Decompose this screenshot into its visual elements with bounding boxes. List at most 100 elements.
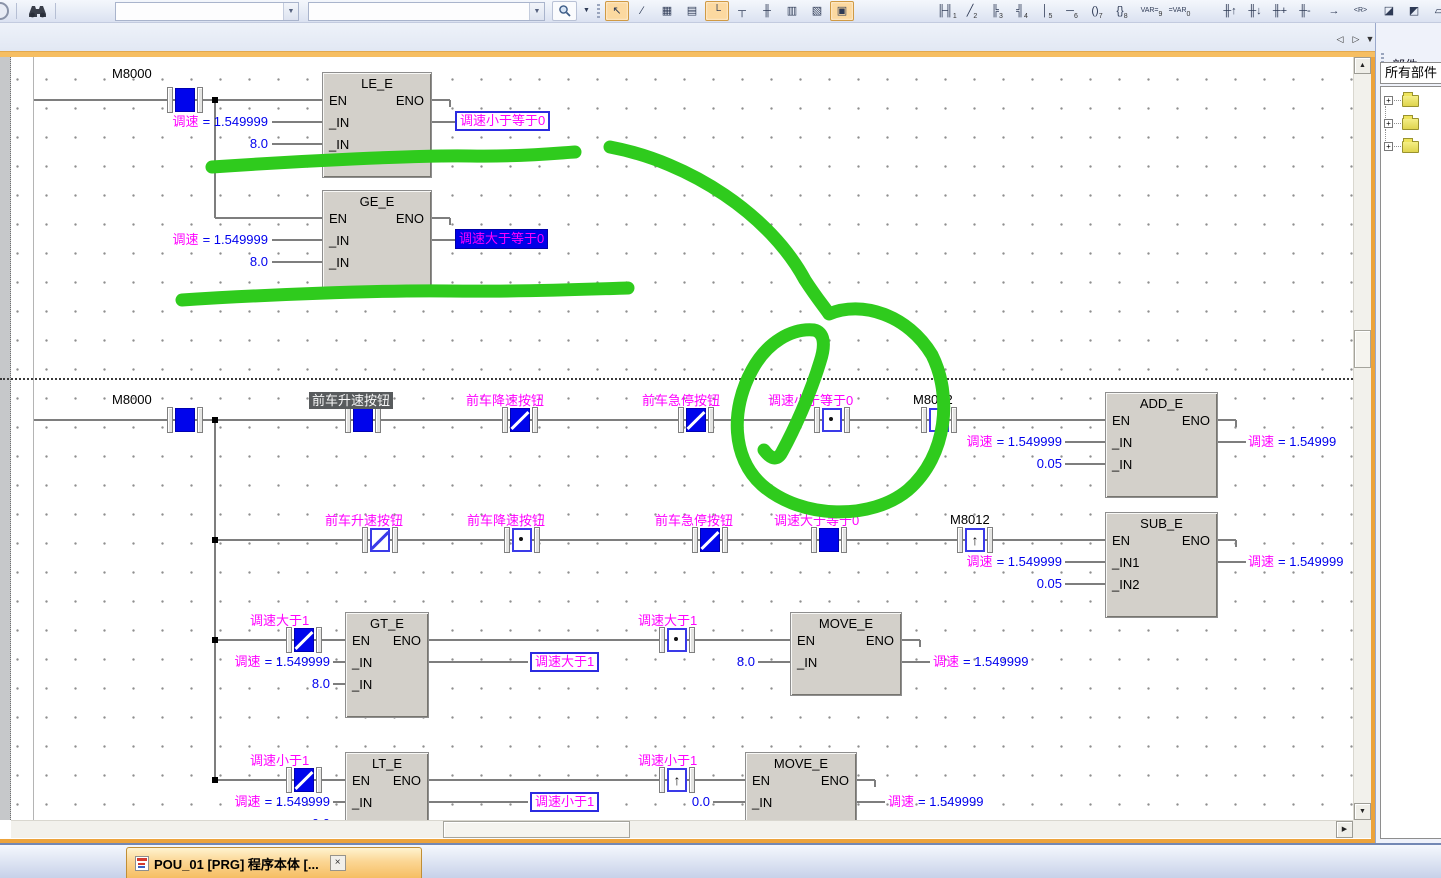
vertical-scroll-thumb[interactable] xyxy=(1354,330,1371,368)
search-button[interactable] xyxy=(552,1,577,21)
falling-rung-tool-icon[interactable]: ╫↓ xyxy=(1243,1,1267,21)
function-block-LT_E[interactable]: LT_EENENO_IN_IN xyxy=(345,752,429,820)
output-label[interactable]: 调速大于1 xyxy=(530,652,599,672)
var-label[interactable]: 调速小于1 xyxy=(250,752,309,769)
horizontal-scrollbar[interactable]: ▶ xyxy=(11,820,1353,838)
help-icon[interactable] xyxy=(0,2,9,20)
contact-M8000[interactable] xyxy=(167,87,203,113)
return-tool-icon[interactable]: <R> xyxy=(1347,1,1374,21)
contact-前车降速按钮[interactable] xyxy=(504,527,540,553)
all-parts-dropdown[interactable]: 所有部件 xyxy=(1380,62,1441,84)
output-label-tool-icon[interactable]: ◩ xyxy=(1402,1,1426,21)
contact-前车降速按钮[interactable] xyxy=(502,407,538,433)
ladder-editor-canvas[interactable]: LE_EENENO_IN_IN GE_EENENO_IN_IN ADD_EENENO… xyxy=(0,57,1353,820)
device-label[interactable]: M8012 xyxy=(950,512,990,528)
output-label[interactable]: 调速小于等于0 xyxy=(455,111,550,131)
contact-调速大于1[interactable] xyxy=(659,627,695,653)
expand-plus-icon[interactable]: + xyxy=(1384,96,1393,105)
scroll-up-button[interactable]: ▲ xyxy=(1354,57,1371,74)
contact-M8012[interactable]: ↑ xyxy=(921,407,957,433)
array-box-tool-icon[interactable]: ▧ xyxy=(805,1,829,21)
select-tool-icon[interactable]: ↖ xyxy=(605,1,629,21)
horizontal-line-tool-icon[interactable]: ─6 xyxy=(1060,1,1084,21)
tab-1[interactable]: POU_01 [PRG] 程序本体 [...× xyxy=(126,847,422,878)
selected-var-label[interactable]: 前车升速按钮 xyxy=(309,392,393,409)
tab-scroll-left-button[interactable]: ◁ xyxy=(1332,31,1348,47)
function-block-LE_E[interactable]: LE_EENENO_IN_IN xyxy=(322,72,432,178)
function-block-ADD_E[interactable]: ADD_EENENO_IN_IN xyxy=(1105,392,1218,498)
var-label[interactable]: 调速大于等于0 xyxy=(774,512,859,529)
chevron-down-icon[interactable]: ▼ xyxy=(529,3,544,20)
contact-前车升速按钮[interactable] xyxy=(362,527,398,553)
var-label[interactable]: 前车急停按钮 xyxy=(655,512,733,529)
toolbar-grip[interactable] xyxy=(597,4,600,18)
function-block-GE_E[interactable]: GE_EENENO_IN_IN xyxy=(322,190,432,296)
contact-调速小于等于0[interactable] xyxy=(814,407,850,433)
toolbar-options-button[interactable]: ▼ xyxy=(580,1,593,21)
contact-block-tool-icon[interactable]: ╫ xyxy=(755,1,779,21)
function-block-MOVE_E[interactable]: MOVE_EENENO_IN xyxy=(790,612,902,696)
extra-tool-icon[interactable]: ▱ xyxy=(1427,1,1441,21)
chevron-down-icon[interactable]: ▼ xyxy=(283,3,298,20)
scope-combo[interactable]: ▼ xyxy=(308,2,545,21)
label-mode-tool-icon[interactable]: ▣ xyxy=(830,1,854,21)
function-block-MOVE_E[interactable]: MOVE_EENENO_IN xyxy=(745,752,857,820)
function-block-SUB_E[interactable]: SUB_EENENO_IN1_IN2 xyxy=(1105,512,1218,618)
insert-rung-tool-icon[interactable]: ╫+ xyxy=(1268,1,1292,21)
contact-调速大于等于0[interactable] xyxy=(811,527,847,553)
var-label[interactable]: 调速小于等于0 xyxy=(768,392,853,409)
block-box-tool-icon[interactable]: ▤ xyxy=(680,1,704,21)
wire-mode-tool-icon[interactable]: └ xyxy=(705,1,729,21)
contact-调速小于1[interactable]: ↑ xyxy=(659,767,695,793)
device-label[interactable]: M8000 xyxy=(112,66,152,82)
fb-box-tool-icon[interactable]: ▥ xyxy=(780,1,804,21)
scroll-right-button[interactable]: ▶ xyxy=(1336,821,1353,838)
search-combo[interactable]: ▼ xyxy=(115,2,299,21)
function-block-GT_E[interactable]: GT_EENENO_IN_IN xyxy=(345,612,429,718)
expand-plus-icon[interactable]: + xyxy=(1384,142,1393,151)
var-label[interactable]: 前车急停按钮 xyxy=(642,392,720,409)
coil-tool-icon[interactable]: ()7 xyxy=(1085,1,1109,21)
contact-前车升速按钮[interactable] xyxy=(345,407,381,433)
instruction-tool-icon[interactable]: {}8 xyxy=(1110,1,1134,21)
contact-M8000[interactable] xyxy=(167,407,203,433)
delete-rung-tool-icon[interactable]: ╫- xyxy=(1293,1,1317,21)
device-label[interactable]: M8000 xyxy=(112,392,152,408)
open-branch-tool-icon[interactable]: ╠3 xyxy=(985,1,1009,21)
var-label[interactable]: 调速小于1 xyxy=(638,752,697,769)
tree-item-1[interactable]: + xyxy=(1384,91,1441,111)
contact-前车急停按钮[interactable] xyxy=(678,407,714,433)
closed-branch-tool-icon[interactable]: ╣4 xyxy=(1010,1,1034,21)
output-label[interactable]: 调速大于等于0 xyxy=(455,229,548,249)
tab-close-button[interactable]: × xyxy=(330,855,346,871)
tree-item-2[interactable]: + xyxy=(1384,114,1441,134)
device-label[interactable]: M8012 xyxy=(913,392,953,408)
var-label[interactable]: 调速大于1 xyxy=(638,612,697,629)
horizontal-scroll-thumb[interactable] xyxy=(443,821,630,838)
edit-pencil-tool-icon[interactable]: ∕ xyxy=(630,1,654,21)
contact-前车急停按钮[interactable] xyxy=(692,527,728,553)
var-label[interactable]: 调速大于1 xyxy=(250,612,309,629)
vertical-line-tool-icon[interactable]: │5 xyxy=(1035,1,1059,21)
input-label-tool-icon[interactable]: ◪ xyxy=(1377,1,1401,21)
contact-调速大于1[interactable] xyxy=(286,627,322,653)
assign-var-tool-icon[interactable]: =VAR0 xyxy=(1166,1,1193,21)
var-label[interactable]: 前车降速按钮 xyxy=(466,392,544,409)
vertical-scrollbar[interactable]: ▲ ▼ xyxy=(1353,57,1371,820)
contact-M8012[interactable]: ↑ xyxy=(957,527,993,553)
branch-tool-icon[interactable]: ┬ xyxy=(730,1,754,21)
scroll-down-button[interactable]: ▼ xyxy=(1354,803,1371,820)
var-label[interactable]: 前车升速按钮 xyxy=(325,512,403,529)
expand-plus-icon[interactable]: + xyxy=(1384,119,1393,128)
find-binoculars-icon[interactable] xyxy=(27,3,48,19)
closed-contact-tool-icon[interactable]: ╱2 xyxy=(960,1,984,21)
rising-rung-tool-icon[interactable]: ╫↑ xyxy=(1218,1,1242,21)
contact-调速小于1[interactable] xyxy=(286,767,322,793)
jump-tool-icon[interactable]: → xyxy=(1322,1,1346,21)
var-label[interactable]: 前车降速按钮 xyxy=(467,512,545,529)
comment-box-tool-icon[interactable]: ▦ xyxy=(655,1,679,21)
open-contact-tool-icon[interactable]: ╟╢1 xyxy=(935,1,959,21)
output-label[interactable]: 调速小于1 xyxy=(530,792,599,812)
var-assign-tool-icon[interactable]: VAR=9 xyxy=(1138,1,1165,21)
tree-item-3[interactable]: + xyxy=(1384,137,1441,157)
